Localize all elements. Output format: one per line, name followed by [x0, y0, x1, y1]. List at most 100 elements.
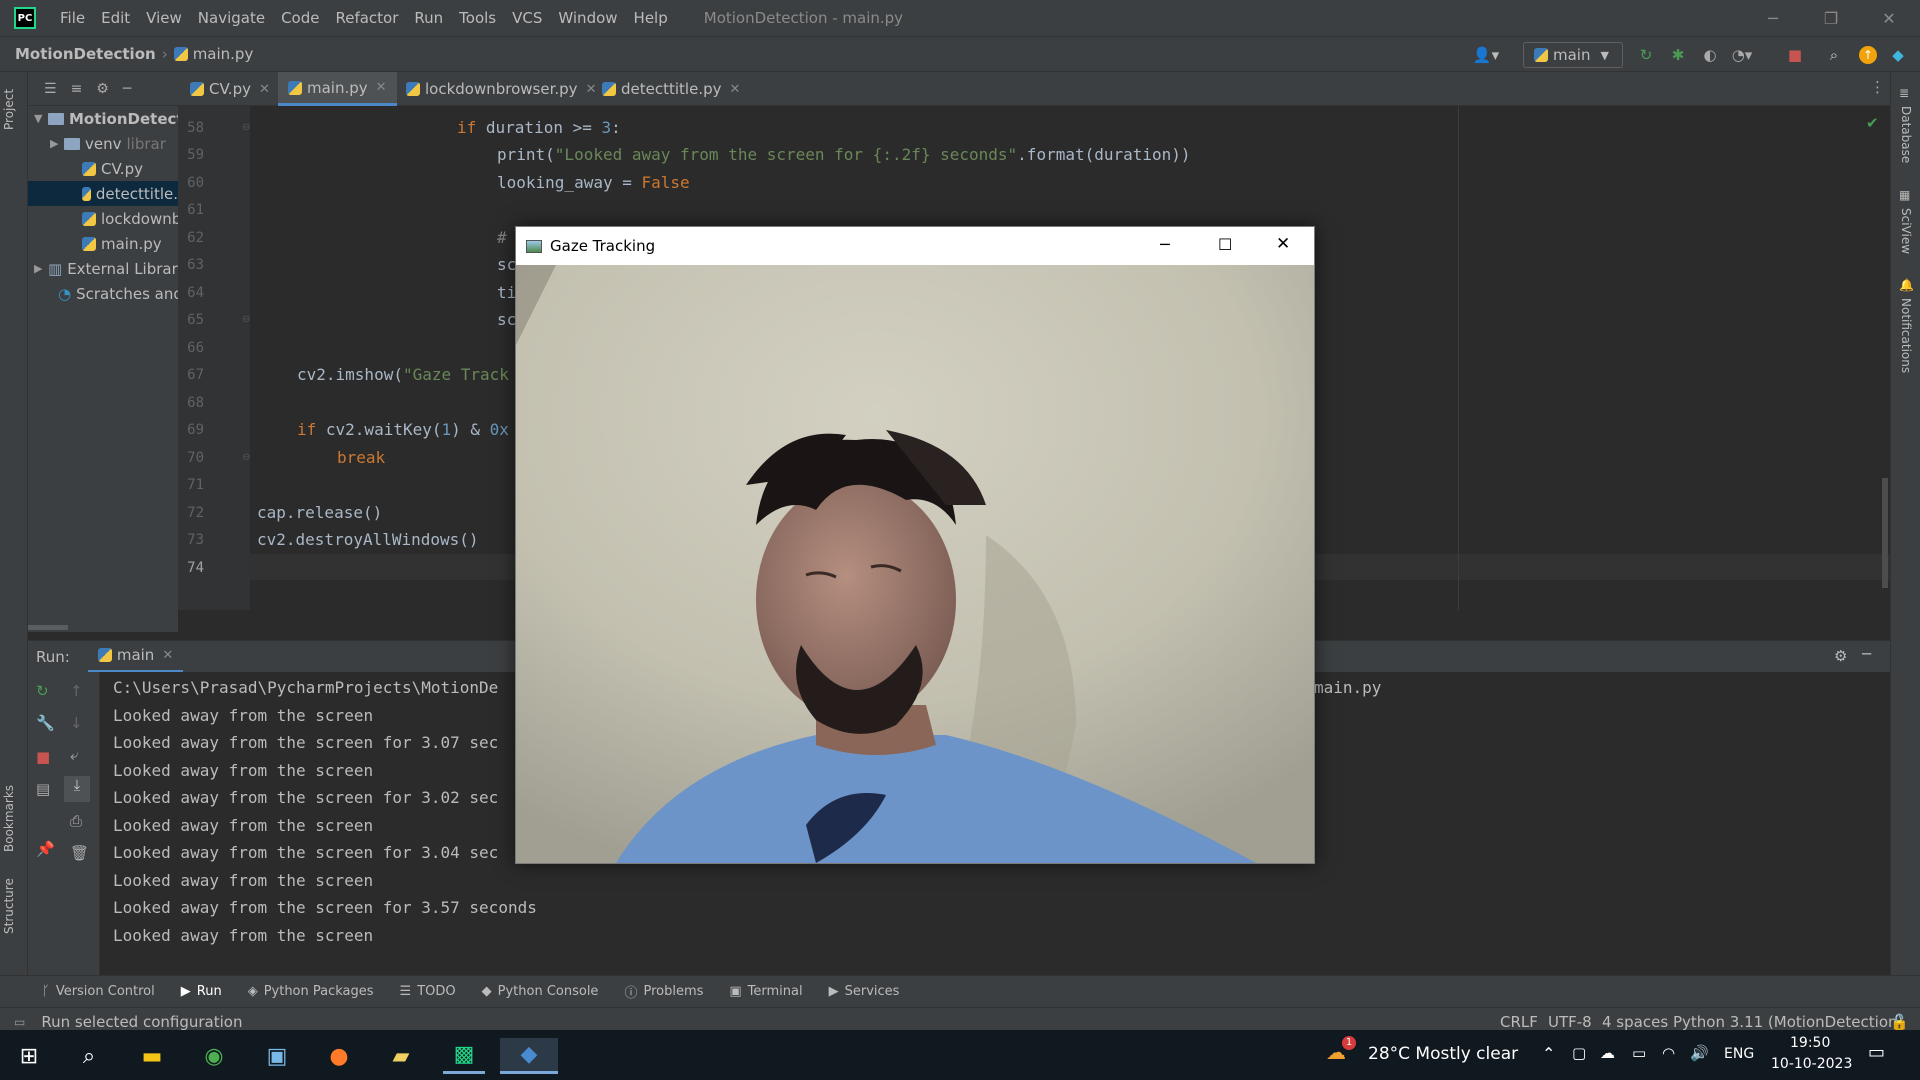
more-tabs-icon[interactable]: ⋮	[1870, 78, 1885, 96]
account-icon[interactable]: 👤▾	[1468, 43, 1504, 67]
battery-icon[interactable]: ▭	[1632, 1044, 1646, 1062]
gaze-tracking-window[interactable]: Gaze Tracking ─ ☐ ✕	[515, 226, 1315, 864]
menu-help[interactable]: Help	[626, 9, 676, 27]
onedrive-icon[interactable]: ☁	[1600, 1044, 1615, 1062]
fold-icon[interactable]: ⊖	[242, 314, 250, 325]
maximize-icon[interactable]: ☐	[1218, 235, 1232, 254]
tab-cv[interactable]: CV.py ✕	[180, 72, 280, 106]
breadcrumb-project[interactable]: MotionDetection	[15, 45, 156, 63]
collapse-all-icon[interactable]: ≡	[71, 81, 83, 97]
gaze-window-titlebar[interactable]: Gaze Tracking ─ ☐ ✕	[516, 227, 1314, 265]
tree-item-file[interactable]: CV.py	[82, 156, 143, 181]
scroll-to-end-icon[interactable]: ⤓	[64, 776, 90, 802]
stop-icon[interactable]: ■	[36, 748, 50, 766]
search-icon[interactable]: ⌕	[68, 1038, 110, 1074]
windows-start-icon[interactable]: ⊞	[8, 1038, 50, 1074]
menu-window[interactable]: Window	[550, 9, 625, 27]
menu-view[interactable]: View	[138, 9, 190, 27]
bookmarks-tool-button[interactable]: Bookmarks	[2, 785, 16, 852]
pin-icon[interactable]: 📌	[36, 840, 55, 858]
menu-code[interactable]: Code	[273, 9, 327, 27]
chrome-icon[interactable]: ◉	[193, 1038, 235, 1074]
coverage-icon[interactable]: ◐	[1698, 43, 1722, 67]
menu-vcs[interactable]: VCS	[504, 9, 550, 27]
menu-tools[interactable]: Tools	[451, 9, 504, 27]
layout-icon[interactable]: ▤	[36, 780, 50, 798]
tool-tab-version-control[interactable]: ᚴ Version Control	[42, 984, 155, 999]
tree-item-file[interactable]: lockdownb	[82, 206, 178, 231]
close-icon[interactable]: ✕	[162, 648, 173, 663]
wrench-icon[interactable]: 🔧	[36, 714, 55, 732]
profile-icon[interactable]: ◔▾	[1730, 43, 1754, 67]
pycharm-taskbar-icon[interactable]: ▩	[443, 1038, 485, 1074]
status-layout-icon[interactable]: ▭	[14, 1015, 25, 1029]
tree-item-external-libraries[interactable]: ▶ ▥ External Librar	[34, 256, 178, 281]
gear-icon[interactable]: ⚙	[1834, 647, 1847, 665]
project-tool-button[interactable]: Project	[2, 89, 16, 130]
clock-date[interactable]: 10-10-2023	[1771, 1056, 1852, 1072]
menu-edit[interactable]: Edit	[93, 9, 138, 27]
menu-refactor[interactable]: Refactor	[327, 9, 406, 27]
gear-icon[interactable]: ⚙	[96, 81, 109, 97]
tool-tab-problems[interactable]: ⓘ Problems	[624, 982, 703, 1001]
minimize-icon[interactable]: ─	[1744, 0, 1802, 36]
tab-detecttitle[interactable]: detecttitle.py ✕	[592, 72, 750, 106]
python-taskbar-icon[interactable]: ◆	[500, 1038, 558, 1074]
lock-icon[interactable]: 🔓	[1890, 1013, 1909, 1031]
status-encoding[interactable]: UTF-8	[1548, 1013, 1592, 1031]
tree-root[interactable]: ▼ MotionDetect	[34, 106, 178, 131]
run-configuration-select[interactable]: main ▼	[1523, 42, 1623, 68]
language-indicator[interactable]: ENG	[1724, 1046, 1754, 1062]
restore-icon[interactable]: ❐	[1802, 0, 1860, 36]
control-panel-icon[interactable]: ▣	[256, 1038, 298, 1074]
close-icon[interactable]: ✕	[1860, 0, 1918, 36]
fold-icon[interactable]: ⊖	[242, 122, 250, 133]
horizontal-scrollbar[interactable]	[28, 625, 68, 630]
arrow-down-icon[interactable]: ↓	[70, 714, 83, 732]
tray-chevron-up-icon[interactable]: ⌃	[1542, 1044, 1555, 1063]
tree-item-file-selected[interactable]: detecttitle.	[28, 181, 178, 206]
expand-all-icon[interactable]: ☰	[44, 81, 57, 97]
close-icon[interactable]: ✕	[729, 82, 740, 97]
close-icon[interactable]: ✕	[1276, 234, 1290, 254]
folder-icon[interactable]: ▰	[380, 1038, 422, 1074]
menu-navigate[interactable]: Navigate	[190, 9, 273, 27]
close-icon[interactable]: ✕	[259, 82, 270, 97]
tree-item-file[interactable]: main.py	[82, 231, 162, 256]
soft-wrap-icon[interactable]: ⤶	[70, 746, 78, 764]
database-tool-button[interactable]: Database	[1899, 106, 1913, 163]
search-icon[interactable]: ⌕	[1822, 43, 1846, 67]
clock-time[interactable]: 19:50	[1790, 1035, 1830, 1051]
tab-main[interactable]: main.py ✕	[278, 72, 397, 106]
tree-item-venv[interactable]: ▶ venv librar	[50, 131, 166, 156]
menu-file[interactable]: File	[52, 9, 93, 27]
close-icon[interactable]: ✕	[376, 80, 387, 95]
hide-icon[interactable]: ─	[1862, 645, 1871, 663]
fold-icon[interactable]: ⊖	[242, 452, 250, 463]
tool-tab-python-packages[interactable]: ◈ Python Packages	[248, 984, 374, 999]
weather-text[interactable]: 28°C Mostly clear	[1368, 1044, 1518, 1064]
notifications-tool-button[interactable]: Notifications	[1899, 298, 1913, 373]
update-icon[interactable]: ↑	[1856, 43, 1880, 67]
menu-run[interactable]: Run	[406, 9, 451, 27]
structure-tool-button[interactable]: Structure	[2, 878, 16, 934]
rerun-icon[interactable]: ↻	[1634, 43, 1658, 67]
trash-icon[interactable]: 🗑	[70, 844, 89, 862]
status-indent[interactable]: 4 spaces	[1602, 1013, 1668, 1031]
file-explorer-icon[interactable]: ▬	[131, 1038, 173, 1074]
breadcrumb-file[interactable]: main.py	[193, 45, 254, 63]
tool-tab-services[interactable]: ▶ Services	[829, 984, 900, 999]
tool-tab-todo[interactable]: ☰ TODO	[400, 984, 456, 999]
vertical-scrollbar[interactable]	[1882, 478, 1888, 588]
status-interpreter[interactable]: Python 3.11 (MotionDetection)	[1673, 1013, 1903, 1031]
sciview-tool-button[interactable]: SciView	[1899, 208, 1913, 254]
arrow-up-icon[interactable]: ↑	[70, 682, 83, 700]
stop-icon[interactable]: ■	[1783, 43, 1807, 67]
rerun-icon[interactable]: ↻	[36, 682, 49, 700]
tab-lockdownbrowser[interactable]: lockdownbrowser.py ✕	[396, 72, 606, 106]
plugin-icon[interactable]: ◆	[1886, 43, 1910, 67]
wifi-icon[interactable]: ◠	[1662, 1044, 1675, 1062]
tray-app-icon[interactable]: ▢	[1572, 1044, 1586, 1062]
firefox-icon[interactable]: ●	[318, 1038, 360, 1074]
status-line-separator[interactable]: CRLF	[1500, 1013, 1538, 1031]
